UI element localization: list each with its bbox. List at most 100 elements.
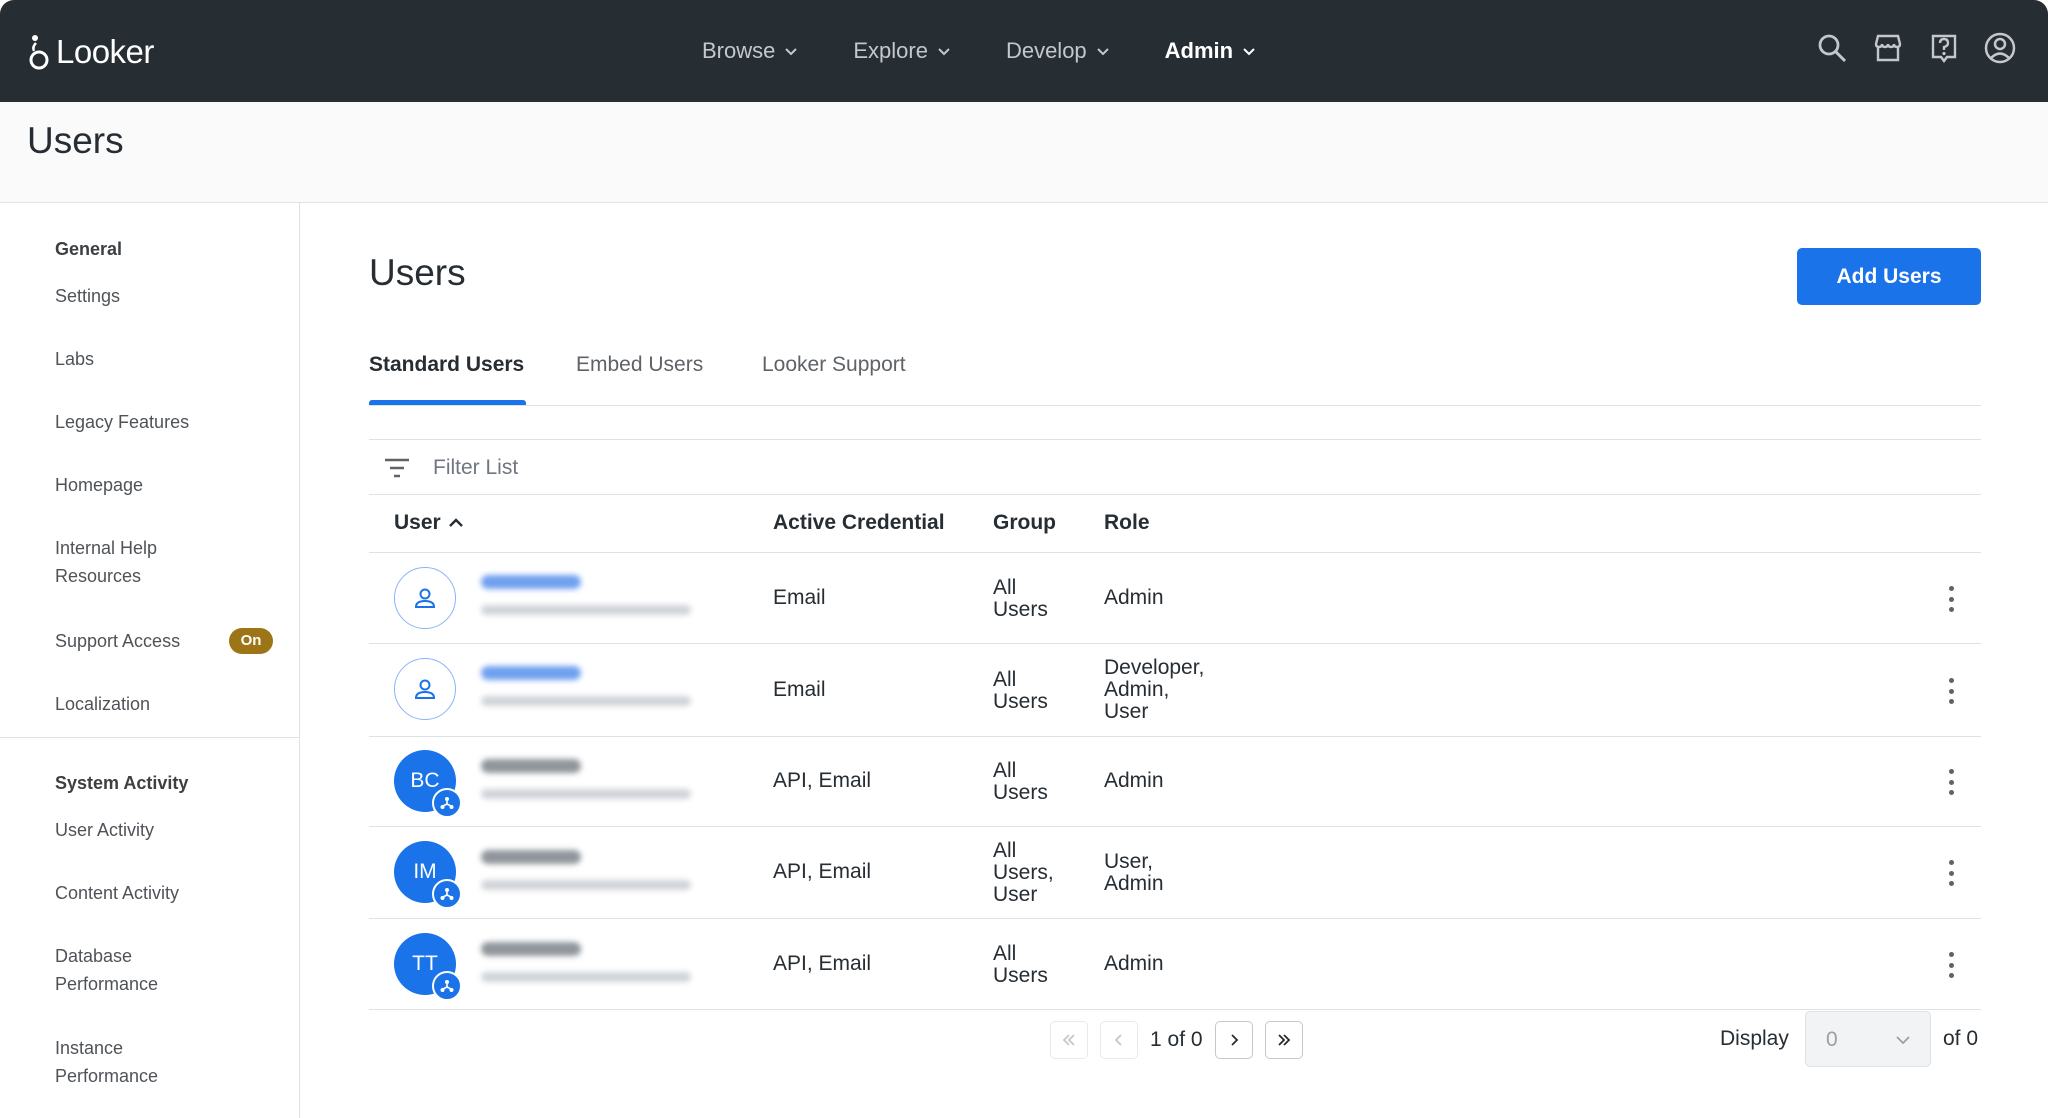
chevron-down-icon xyxy=(1896,1036,1910,1045)
column-header-user-label: User xyxy=(394,511,441,534)
person-icon xyxy=(414,679,436,699)
table-row[interactable]: Email All Users Admin xyxy=(369,553,1981,644)
chevron-down-icon xyxy=(785,48,798,56)
role-cell: Developer, Admin, User xyxy=(1104,657,1204,723)
group-line: Users xyxy=(993,690,1048,713)
nav-icon-group xyxy=(1794,30,2018,66)
sidebar-item-internal-help-resources[interactable]: Internal Help Resources xyxy=(55,534,205,590)
row-actions-menu-icon[interactable] xyxy=(1945,952,1957,978)
search-icon[interactable] xyxy=(1814,30,1850,66)
sidebar-item-localization[interactable]: Localization xyxy=(55,690,150,718)
column-header-role[interactable]: Role xyxy=(1104,511,1150,535)
tab-looker-support[interactable]: Looker Support xyxy=(762,353,906,377)
admin-sidebar: General Settings Labs Legacy Features Ho… xyxy=(0,203,300,1118)
sidebar-item-support-access[interactable]: Support Access xyxy=(55,627,180,655)
role-line: Admin xyxy=(1104,586,1164,609)
double-chevron-left-icon xyxy=(1062,1034,1075,1046)
table-header: User Active Credential Group Role xyxy=(369,495,1981,553)
filter-icon[interactable] xyxy=(383,455,411,481)
group-cell: All Users xyxy=(993,577,1048,621)
sidebar-item-user-activity[interactable]: User Activity xyxy=(55,816,154,844)
group-line: User xyxy=(993,883,1038,906)
table-row[interactable]: TT API, Email All Users Admin xyxy=(369,919,1981,1010)
group-line: All xyxy=(993,668,1017,691)
page-indicator: 1 of 0 xyxy=(1150,1028,1203,1051)
nav-explore[interactable]: Explore xyxy=(853,38,952,64)
credential-cell: API, Email xyxy=(773,952,872,975)
role-line: Admin xyxy=(1104,952,1164,975)
avatar[interactable]: IM xyxy=(394,841,462,909)
add-users-button[interactable]: Add Users xyxy=(1797,248,1981,305)
row-actions-menu-icon[interactable] xyxy=(1945,769,1957,795)
sidebar-item-settings[interactable]: Settings xyxy=(55,282,120,310)
support-access-status-badge: On xyxy=(229,628,273,654)
pagination: 1 of 0 xyxy=(1050,1020,1303,1060)
row-actions-menu-icon[interactable] xyxy=(1945,586,1957,612)
sidebar-item-labs[interactable]: Labs xyxy=(55,345,94,373)
tab-standard-users[interactable]: Standard Users xyxy=(369,353,524,377)
group-cell: All Users, User xyxy=(993,840,1054,906)
display-label: Display xyxy=(1720,1027,1789,1050)
nav-develop[interactable]: Develop xyxy=(1006,38,1111,64)
user-type-tabs: Standard Users Embed Users Looker Suppor… xyxy=(369,345,1981,406)
nav-browse[interactable]: Browse xyxy=(702,38,799,64)
column-header-group[interactable]: Group xyxy=(993,511,1056,535)
sidebar-divider xyxy=(0,737,300,738)
sort-ascending-icon xyxy=(448,518,463,527)
help-icon[interactable] xyxy=(1926,30,1962,66)
redacted-user-email xyxy=(481,972,691,982)
row-actions-menu-icon[interactable] xyxy=(1945,678,1957,704)
chevron-down-icon xyxy=(1243,48,1255,56)
filter-bar xyxy=(369,439,1981,495)
redacted-user-name xyxy=(481,575,581,589)
group-cell: All Users xyxy=(993,760,1048,804)
nav-browse-label: Browse xyxy=(702,38,776,63)
credential-cell: API, Email xyxy=(773,860,872,883)
chevron-right-icon xyxy=(1230,1034,1238,1046)
role-cell: User, Admin xyxy=(1104,851,1164,895)
app-name: Looker xyxy=(56,33,154,70)
table-row[interactable]: Email All Users Developer, Admin, User xyxy=(369,644,1981,737)
nav-explore-label: Explore xyxy=(853,38,928,63)
column-header-active-credential[interactable]: Active Credential xyxy=(773,511,945,535)
sidebar-item-instance-performance[interactable]: Instance Performance xyxy=(55,1034,185,1090)
sidebar-item-homepage[interactable]: Homepage xyxy=(55,471,143,499)
sidebar-item-content-activity[interactable]: Content Activity xyxy=(55,879,179,907)
group-cell: All Users xyxy=(993,943,1048,987)
chevron-left-icon xyxy=(1114,1034,1122,1046)
redacted-user-name xyxy=(481,759,581,773)
account-icon[interactable] xyxy=(1982,30,2018,66)
next-page-button[interactable] xyxy=(1214,1021,1253,1059)
row-actions-menu-icon[interactable] xyxy=(1945,860,1957,886)
role-line: Developer, xyxy=(1104,656,1205,679)
avatar[interactable]: TT xyxy=(394,933,462,1001)
page-size-select[interactable]: 0 xyxy=(1805,1011,1931,1067)
first-page-button[interactable] xyxy=(1050,1021,1088,1059)
tab-embed-users[interactable]: Embed Users xyxy=(576,353,703,377)
role-cell: Admin xyxy=(1104,770,1164,792)
table-row[interactable]: BC API, Email All Users Admin xyxy=(369,737,1981,827)
nav-admin-label: Admin xyxy=(1164,38,1234,63)
previous-page-button[interactable] xyxy=(1100,1021,1138,1059)
avatar[interactable] xyxy=(394,567,456,629)
marketplace-icon[interactable] xyxy=(1870,30,1906,66)
api-credential-badge-icon xyxy=(432,971,462,1001)
api-credential-badge-icon xyxy=(432,879,462,909)
avatar-initials: TT xyxy=(412,952,438,975)
looker-logo-icon xyxy=(29,35,49,70)
role-line: Admin xyxy=(1104,872,1164,895)
last-page-button[interactable] xyxy=(1264,1021,1303,1059)
column-header-user[interactable]: User xyxy=(394,511,465,535)
group-line: Users xyxy=(993,781,1048,804)
main-menu: Browse Explore Develop Admin xyxy=(702,0,1311,102)
table-row[interactable]: IM API, Email All Users, User User, Admi… xyxy=(369,827,1981,919)
sidebar-item-database-performance[interactable]: Database Performance xyxy=(55,942,185,998)
avatar[interactable]: BC xyxy=(394,750,462,818)
group-line: All xyxy=(993,576,1017,599)
page-title: Users xyxy=(27,120,124,161)
sidebar-item-legacy-features[interactable]: Legacy Features xyxy=(55,408,189,436)
avatar[interactable] xyxy=(394,658,456,720)
filter-list-input[interactable] xyxy=(433,448,1333,488)
nav-admin[interactable]: Admin xyxy=(1165,38,1257,64)
looker-logo[interactable]: Looker xyxy=(28,32,154,72)
